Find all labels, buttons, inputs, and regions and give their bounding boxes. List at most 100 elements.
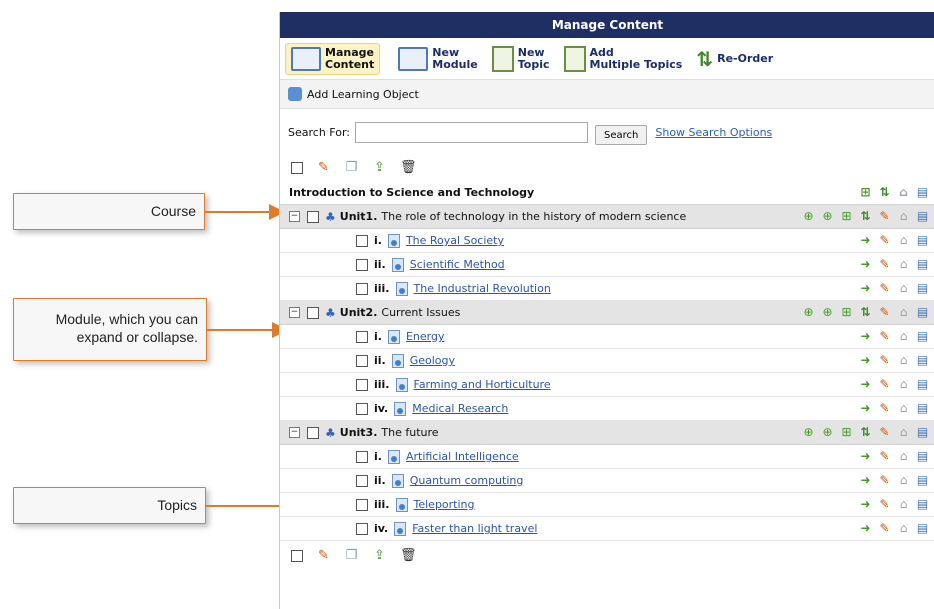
- add-multiple-topics-icon[interactable]: ⊕: [820, 209, 835, 224]
- trash-icon[interactable]: 🗑: [400, 161, 417, 175]
- properties-icon[interactable]: ▤: [915, 377, 930, 392]
- new-module-icon[interactable]: ⊞: [839, 305, 854, 320]
- new-module-button[interactable]: New Module: [398, 46, 478, 71]
- topic-link[interactable]: Medical Research: [412, 402, 508, 415]
- add-learning-object-link[interactable]: Add Learning Object: [280, 80, 934, 109]
- edit-icon[interactable]: ✎: [877, 473, 892, 488]
- reorder-icon[interactable]: ⇅: [877, 185, 892, 200]
- new-topic-icon[interactable]: ⊕: [801, 209, 816, 224]
- properties-icon[interactable]: ▤: [915, 425, 930, 440]
- tag-icon[interactable]: ⌂: [896, 305, 911, 320]
- pencil-icon[interactable]: ✎: [316, 549, 331, 563]
- tag-icon[interactable]: ⌂: [896, 257, 911, 272]
- select-all-checkbox-bottom[interactable]: [291, 550, 303, 562]
- topic-link[interactable]: Teleporting: [414, 498, 475, 511]
- edit-icon[interactable]: ✎: [877, 449, 892, 464]
- edit-icon[interactable]: ✎: [877, 497, 892, 512]
- edit-icon[interactable]: ✎: [877, 257, 892, 272]
- select-all-checkbox[interactable]: [291, 162, 303, 174]
- topic-checkbox[interactable]: [356, 354, 368, 367]
- tag-icon[interactable]: ⌂: [896, 353, 911, 368]
- tag-icon[interactable]: ⌂: [896, 209, 911, 224]
- properties-icon[interactable]: ▤: [915, 473, 930, 488]
- properties-icon[interactable]: ▤: [915, 281, 930, 296]
- topic-checkbox[interactable]: [356, 378, 368, 391]
- tag-icon[interactable]: ⌂: [896, 329, 911, 344]
- copy-icon[interactable]: ❐: [344, 161, 359, 175]
- topic-link[interactable]: Faster than light travel: [412, 522, 537, 535]
- topic-link[interactable]: Scientific Method: [410, 258, 505, 271]
- properties-icon[interactable]: ▤: [915, 257, 930, 272]
- properties-icon[interactable]: ▤: [915, 401, 930, 416]
- topic-checkbox[interactable]: [356, 450, 368, 463]
- properties-icon[interactable]: ▤: [915, 449, 930, 464]
- properties-icon[interactable]: ▤: [915, 329, 930, 344]
- properties-icon[interactable]: ▤: [915, 497, 930, 512]
- go-icon[interactable]: ➜: [858, 473, 873, 488]
- tag-icon[interactable]: ⌂: [896, 401, 911, 416]
- manage-content-button[interactable]: Manage Content: [285, 42, 381, 75]
- new-module-icon[interactable]: ⊞: [839, 425, 854, 440]
- tag-icon[interactable]: ⌂: [896, 425, 911, 440]
- module-checkbox[interactable]: [307, 426, 319, 439]
- add-multiple-topics-icon[interactable]: ⊕: [820, 425, 835, 440]
- go-icon[interactable]: ➜: [858, 281, 873, 296]
- topic-link[interactable]: The Industrial Revolution: [414, 282, 551, 295]
- search-button[interactable]: Search: [595, 125, 648, 145]
- tag-icon[interactable]: ⌂: [896, 449, 911, 464]
- move-icon[interactable]: ⇪: [372, 161, 387, 175]
- collapse-toggle-icon[interactable]: −: [289, 211, 300, 222]
- reorder-icon[interactable]: ⇅: [858, 209, 873, 224]
- module-checkbox[interactable]: [307, 210, 319, 223]
- move-icon[interactable]: ⇪: [372, 549, 387, 563]
- tag-icon[interactable]: ⌂: [896, 281, 911, 296]
- properties-icon[interactable]: ▤: [915, 305, 930, 320]
- copy-icon[interactable]: ❐: [344, 549, 359, 563]
- properties-icon[interactable]: ▤: [915, 185, 930, 200]
- topic-link[interactable]: Artificial Intelligence: [406, 450, 519, 463]
- topic-link[interactable]: Quantum computing: [410, 474, 524, 487]
- new-topic-icon[interactable]: ⊕: [801, 305, 816, 320]
- tag-icon[interactable]: ⌂: [896, 497, 911, 512]
- search-input[interactable]: [355, 121, 588, 143]
- edit-icon[interactable]: ✎: [877, 281, 892, 296]
- go-icon[interactable]: ➜: [858, 497, 873, 512]
- tag-icon[interactable]: ⌂: [896, 185, 911, 200]
- edit-icon[interactable]: ✎: [877, 233, 892, 248]
- pencil-icon[interactable]: ✎: [316, 161, 331, 175]
- go-icon[interactable]: ➜: [858, 257, 873, 272]
- go-icon[interactable]: ➜: [858, 449, 873, 464]
- topic-checkbox[interactable]: [356, 498, 368, 511]
- topic-checkbox[interactable]: [356, 402, 368, 415]
- topic-link[interactable]: Farming and Horticulture: [414, 378, 551, 391]
- topic-link[interactable]: The Royal Society: [406, 234, 504, 247]
- topic-link[interactable]: Geology: [410, 354, 455, 367]
- new-topic-button[interactable]: New Topic: [491, 45, 550, 72]
- go-icon[interactable]: ➜: [858, 329, 873, 344]
- properties-icon[interactable]: ▤: [915, 521, 930, 536]
- reorder-icon[interactable]: ⇅: [858, 305, 873, 320]
- properties-icon[interactable]: ▤: [915, 209, 930, 224]
- go-icon[interactable]: ➜: [858, 377, 873, 392]
- topic-checkbox[interactable]: [356, 474, 368, 487]
- reorder-icon[interactable]: ⇅: [858, 425, 873, 440]
- topic-link[interactable]: Energy: [406, 330, 445, 343]
- trash-icon[interactable]: 🗑: [400, 549, 417, 563]
- edit-icon[interactable]: ✎: [877, 329, 892, 344]
- add-multiple-topics-button[interactable]: Add Multiple Topics: [563, 45, 682, 72]
- edit-icon[interactable]: ✎: [877, 209, 892, 224]
- topic-checkbox[interactable]: [356, 330, 368, 343]
- topic-checkbox[interactable]: [356, 234, 368, 247]
- edit-icon[interactable]: ✎: [877, 353, 892, 368]
- module-checkbox[interactable]: [307, 306, 319, 319]
- edit-icon[interactable]: ✎: [877, 305, 892, 320]
- edit-icon[interactable]: ✎: [877, 401, 892, 416]
- go-icon[interactable]: ➜: [858, 521, 873, 536]
- tag-icon[interactable]: ⌂: [896, 473, 911, 488]
- new-module-icon[interactable]: ⊞: [839, 209, 854, 224]
- topic-checkbox[interactable]: [356, 258, 368, 271]
- go-icon[interactable]: ➜: [858, 233, 873, 248]
- tag-icon[interactable]: ⌂: [896, 521, 911, 536]
- tag-icon[interactable]: ⌂: [896, 377, 911, 392]
- topic-checkbox[interactable]: [356, 282, 368, 295]
